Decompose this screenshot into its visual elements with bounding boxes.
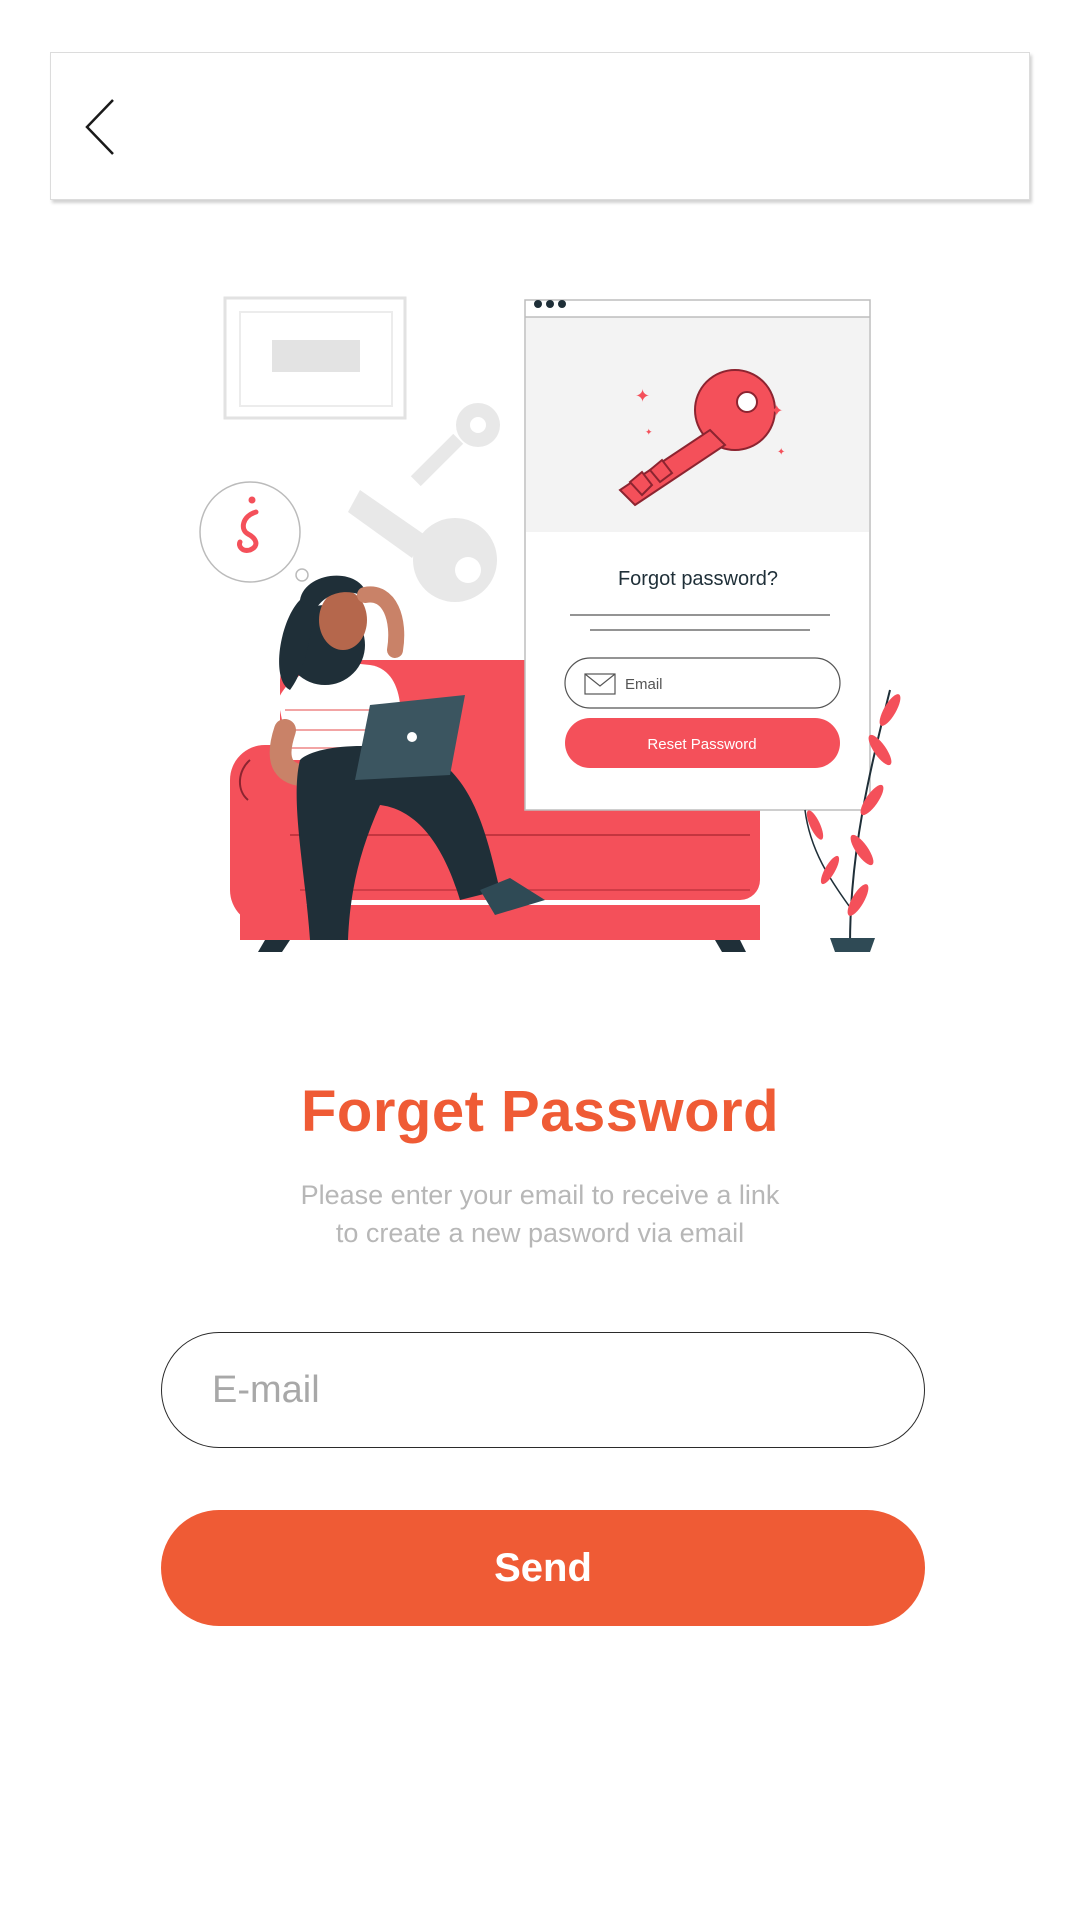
forgot-password-illustration: ✦ ✦ ✦ ✦ Forgot password? Email Reset Pas… xyxy=(199,296,901,952)
page-subtitle: Please enter your email to receive a lin… xyxy=(240,1176,840,1252)
email-input[interactable] xyxy=(161,1332,925,1448)
thought-bubble xyxy=(199,481,322,592)
subtitle-line-2: to create a new pasword via email xyxy=(335,1218,745,1248)
top-app-bar xyxy=(50,52,1030,200)
mail-icon xyxy=(584,673,616,695)
card-reset-button-label: Reset Password xyxy=(647,736,756,753)
reset-password-card: ✦ ✦ ✦ ✦ Forgot password? Email Reset Pas… xyxy=(524,299,871,811)
background-keys xyxy=(348,403,500,602)
svg-text:✦: ✦ xyxy=(770,401,783,420)
card-email-placeholder: Email xyxy=(625,676,663,693)
svg-text:✦: ✦ xyxy=(777,447,785,458)
card-title: Forgot password? xyxy=(618,568,778,590)
subtitle-line-1: Please enter your email to receive a lin… xyxy=(300,1180,780,1210)
wall-frame xyxy=(223,296,407,420)
page-title: Forget Password xyxy=(300,1079,780,1144)
back-button[interactable] xyxy=(69,89,133,165)
send-button[interactable]: Send xyxy=(161,1510,925,1626)
svg-text:✦: ✦ xyxy=(635,386,650,407)
chevron-left-icon xyxy=(85,99,114,155)
svg-text:✦: ✦ xyxy=(645,428,653,438)
